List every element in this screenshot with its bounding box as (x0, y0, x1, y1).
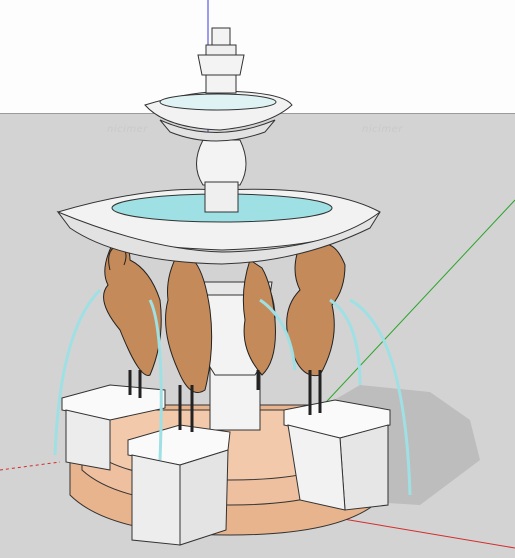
crane-statue-left (103, 243, 162, 398)
pedestal-right-back (283, 399, 391, 511)
red-axis-dashed (0, 461, 61, 471)
pedestal-front (127, 424, 231, 546)
fountain-finial (197, 27, 245, 94)
upper-column-neck (204, 181, 239, 213)
upper-column (196, 139, 247, 186)
crane-statue-right (286, 242, 346, 415)
sketchup-viewport[interactable]: nicimer nicimer (0, 0, 515, 558)
upper-basin (144, 90, 293, 142)
fountain-model[interactable] (0, 0, 515, 558)
